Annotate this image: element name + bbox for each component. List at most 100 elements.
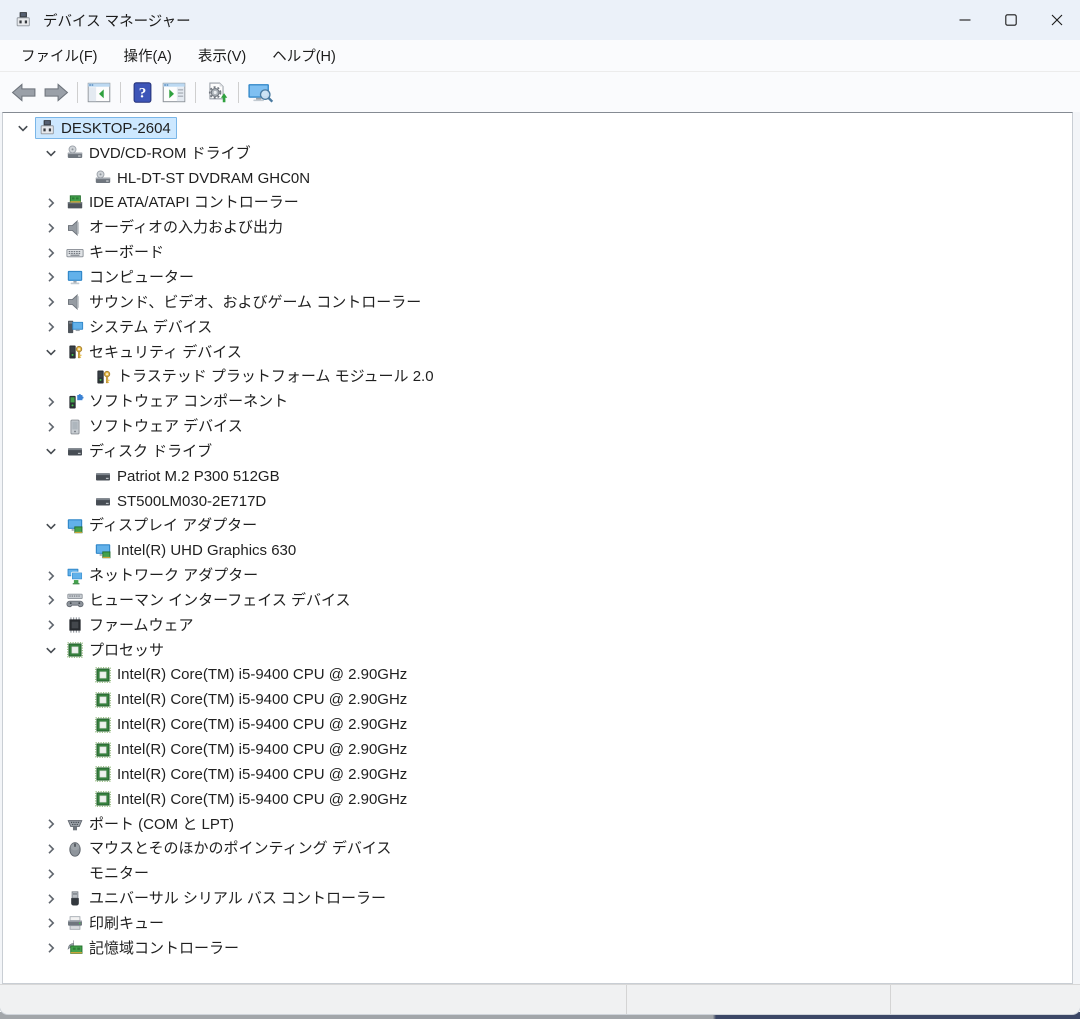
tree-item[interactable]: コンピューター bbox=[3, 265, 1072, 290]
tree-item-label: Patriot M.2 P300 512GB bbox=[117, 469, 280, 484]
tree-item[interactable]: Intel(R) UHD Graphics 630 bbox=[3, 538, 1072, 563]
tree-item-body: Intel(R) Core(TM) i5-9400 CPU @ 2.90GHz bbox=[91, 714, 413, 736]
chevron-right-icon[interactable] bbox=[39, 865, 63, 882]
tree-item[interactable]: ファームウェア bbox=[3, 613, 1072, 638]
tree-item[interactable]: Intel(R) Core(TM) i5-9400 CPU @ 2.90GHz bbox=[3, 762, 1072, 787]
device-manager-app-icon bbox=[14, 11, 33, 30]
menu-help[interactable]: ヘルプ(H) bbox=[259, 40, 349, 71]
mouse-icon bbox=[66, 840, 84, 858]
tree-item[interactable]: サウンド、ビデオ、およびゲーム コントローラー bbox=[3, 290, 1072, 315]
tree-item-label: システム デバイス bbox=[89, 320, 212, 335]
chevron-down-icon[interactable] bbox=[11, 120, 35, 137]
forward-arrow-icon bbox=[43, 82, 69, 103]
tree-item[interactable]: Intel(R) Core(TM) i5-9400 CPU @ 2.90GHz bbox=[3, 663, 1072, 688]
menu-action[interactable]: 操作(A) bbox=[111, 40, 185, 71]
chevron-right-icon[interactable] bbox=[39, 269, 63, 286]
menu-view[interactable]: 表示(V) bbox=[185, 40, 259, 71]
chevron-right-icon[interactable] bbox=[39, 840, 63, 857]
tree-item[interactable]: Patriot M.2 P300 512GB bbox=[3, 464, 1072, 489]
chevron-right-icon[interactable] bbox=[39, 592, 63, 609]
tree-item[interactable]: ソフトウェア デバイス bbox=[3, 414, 1072, 439]
chevron-down-icon[interactable] bbox=[39, 145, 63, 162]
cpu-icon bbox=[94, 741, 112, 759]
tree-item[interactable]: DESKTOP-2604 bbox=[3, 116, 1072, 141]
tree-item-body: サウンド、ビデオ、およびゲーム コントローラー bbox=[63, 291, 427, 313]
tree-item[interactable]: キーボード bbox=[3, 240, 1072, 265]
chevron-right-icon[interactable] bbox=[39, 567, 63, 584]
tree-item[interactable]: Intel(R) Core(TM) i5-9400 CPU @ 2.90GHz bbox=[3, 712, 1072, 737]
tree-item[interactable]: IDE ATA/ATAPI コントローラー bbox=[3, 191, 1072, 216]
scan-hardware-changes-button[interactable] bbox=[201, 78, 233, 106]
tree-item[interactable]: Intel(R) Core(TM) i5-9400 CPU @ 2.90GHz bbox=[3, 687, 1072, 712]
cd-drive-icon bbox=[66, 144, 84, 162]
tree-item[interactable]: ネットワーク アダプター bbox=[3, 563, 1072, 588]
chevron-right-icon[interactable] bbox=[39, 244, 63, 261]
show-console-tree-button[interactable] bbox=[83, 78, 115, 106]
chevron-right-icon[interactable] bbox=[39, 219, 63, 236]
close-button[interactable] bbox=[1034, 0, 1080, 40]
tree-item[interactable]: ソフトウェア コンポーネント bbox=[3, 389, 1072, 414]
cpu-icon bbox=[94, 765, 112, 783]
tree-item-body: プロセッサ bbox=[63, 639, 170, 661]
tree-item[interactable]: ヒューマン インターフェイス デバイス bbox=[3, 588, 1072, 613]
tree-item-body: コンピューター bbox=[63, 266, 200, 288]
tree-item[interactable]: 記憶域コントローラー bbox=[3, 936, 1072, 961]
tree-item[interactable]: HL-DT-ST DVDRAM GHC0N bbox=[3, 166, 1072, 191]
help-button[interactable]: ? bbox=[126, 78, 158, 106]
chevron-down-icon[interactable] bbox=[39, 517, 63, 534]
chevron-right-icon[interactable] bbox=[39, 418, 63, 435]
chevron-right-icon[interactable] bbox=[39, 319, 63, 336]
tree-item[interactable]: トラステッド プラットフォーム モジュール 2.0 bbox=[3, 364, 1072, 389]
speaker-icon bbox=[66, 219, 84, 237]
forward-button[interactable] bbox=[40, 78, 72, 106]
device-manager-root-icon bbox=[38, 119, 56, 137]
tree-item-body: キーボード bbox=[63, 242, 170, 264]
chevron-down-icon[interactable] bbox=[39, 443, 63, 460]
chevron-spacer bbox=[67, 468, 91, 485]
tree-item[interactable]: 印刷キュー bbox=[3, 911, 1072, 936]
chevron-right-icon[interactable] bbox=[39, 294, 63, 311]
tree-item[interactable]: Intel(R) Core(TM) i5-9400 CPU @ 2.90GHz bbox=[3, 737, 1072, 762]
tree-item[interactable]: オーディオの入力および出力 bbox=[3, 215, 1072, 240]
tree-item-body: モニター bbox=[63, 863, 155, 885]
tree-item[interactable]: システム デバイス bbox=[3, 315, 1072, 340]
chevron-right-icon[interactable] bbox=[39, 816, 63, 833]
chevron-right-icon[interactable] bbox=[39, 940, 63, 957]
tree-item[interactable]: DVD/CD-ROM ドライブ bbox=[3, 141, 1072, 166]
titlebar: デバイス マネージャー bbox=[0, 0, 1080, 40]
tree-item-label: ユニバーサル シリアル バス コントローラー bbox=[89, 891, 386, 906]
tree-item-label: モニター bbox=[89, 866, 149, 881]
chevron-down-icon[interactable] bbox=[39, 642, 63, 659]
tree-item[interactable]: セキュリティ デバイス bbox=[3, 340, 1072, 365]
chevron-right-icon[interactable] bbox=[39, 393, 63, 410]
tree-item-label: ソフトウェア コンポーネント bbox=[89, 394, 288, 409]
tree-item[interactable]: Intel(R) Core(TM) i5-9400 CPU @ 2.90GHz bbox=[3, 787, 1072, 812]
minimize-button[interactable] bbox=[942, 0, 988, 40]
back-button[interactable] bbox=[8, 78, 40, 106]
menu-file[interactable]: ファイル(F) bbox=[8, 40, 111, 71]
security-device-icon bbox=[94, 368, 112, 386]
toolbar-divider bbox=[77, 82, 78, 103]
close-icon bbox=[1051, 14, 1063, 26]
tree-item[interactable]: ディスク ドライブ bbox=[3, 439, 1072, 464]
tree-item[interactable]: マウスとそのほかのポインティング デバイス bbox=[3, 836, 1072, 861]
cpu-icon bbox=[94, 691, 112, 709]
maximize-button[interactable] bbox=[988, 0, 1034, 40]
chevron-down-icon[interactable] bbox=[39, 344, 63, 361]
tree-item[interactable]: ユニバーサル シリアル バス コントローラー bbox=[3, 886, 1072, 911]
show-action-pane-button[interactable] bbox=[158, 78, 190, 106]
chevron-right-icon[interactable] bbox=[39, 617, 63, 634]
software-component-icon bbox=[66, 393, 84, 411]
tree-item[interactable]: モニター bbox=[3, 861, 1072, 886]
computer-search-button[interactable] bbox=[244, 78, 276, 106]
tree-item[interactable]: プロセッサ bbox=[3, 638, 1072, 663]
tree-item-label: サウンド、ビデオ、およびゲーム コントローラー bbox=[89, 295, 421, 310]
tree-item-body: 記憶域コントローラー bbox=[63, 937, 245, 959]
chevron-right-icon[interactable] bbox=[39, 194, 63, 211]
tree-item[interactable]: ST500LM030-2E717D bbox=[3, 489, 1072, 514]
tree-item[interactable]: ディスプレイ アダプター bbox=[3, 514, 1072, 539]
tree-item-label: Intel(R) UHD Graphics 630 bbox=[117, 543, 296, 558]
chevron-right-icon[interactable] bbox=[39, 890, 63, 907]
tree-item[interactable]: ポート (COM と LPT) bbox=[3, 812, 1072, 837]
chevron-right-icon[interactable] bbox=[39, 915, 63, 932]
